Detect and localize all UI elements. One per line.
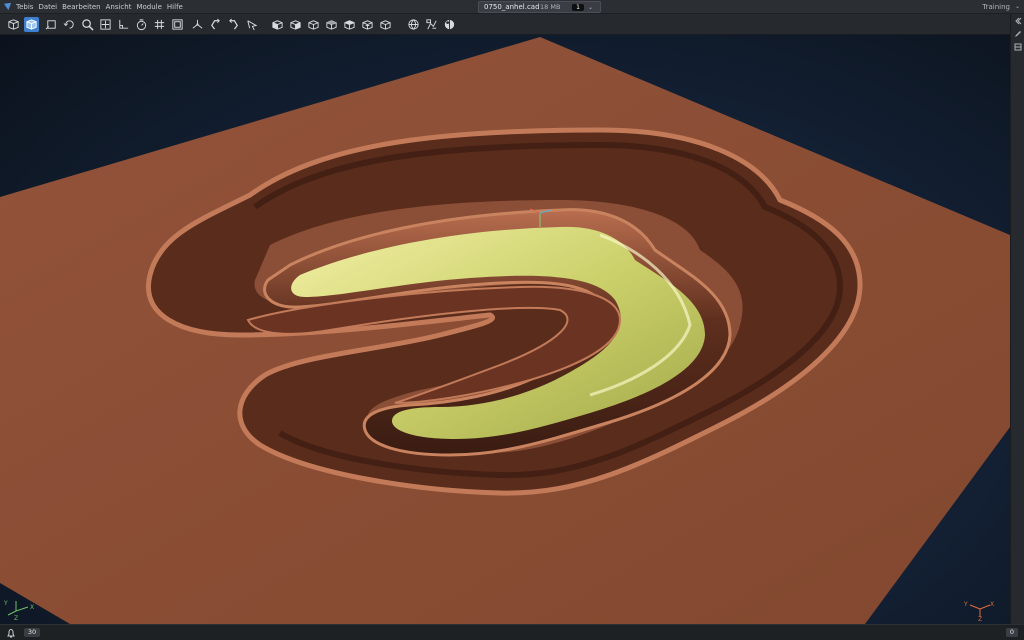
rotate-left-icon[interactable]: [208, 17, 223, 32]
pointer-icon[interactable]: [244, 17, 259, 32]
view-back-icon[interactable]: [288, 17, 303, 32]
shaded-view-icon[interactable]: [24, 17, 39, 32]
frame-icon[interactable]: [170, 17, 185, 32]
svg-text:Y: Y: [963, 601, 968, 608]
view-iso-icon[interactable]: [378, 17, 393, 32]
angle-icon[interactable]: [116, 17, 131, 32]
cad-model[interactable]: [0, 35, 1010, 624]
layers-icon[interactable]: [1012, 41, 1024, 52]
refresh-view-icon[interactable]: [62, 17, 77, 32]
menu-item-hilfe[interactable]: Hilfe: [167, 0, 183, 14]
svg-text:Y: Y: [4, 600, 8, 607]
status-bar: 30 0: [0, 624, 1024, 640]
axis-triad-icon: Y X Z: [963, 601, 994, 621]
file-tab[interactable]: 0750_anhel.cad 18 MB 1 ⌄: [478, 1, 601, 13]
menu-item-module[interactable]: Module: [136, 0, 161, 14]
collapse-panel-icon[interactable]: [1012, 15, 1024, 26]
tools-icon[interactable]: [424, 17, 439, 32]
axis-icon[interactable]: [190, 17, 205, 32]
timer-icon[interactable]: [134, 17, 149, 32]
title-bar: Tebis Datei Bearbeiten Ansicht Module Hi…: [0, 0, 1024, 14]
menu-item-bearbeiten[interactable]: Bearbeiten: [62, 0, 100, 14]
window-count-badge[interactable]: 1: [572, 4, 584, 11]
svg-text:X: X: [990, 601, 994, 608]
view-toolbar: [0, 14, 1010, 35]
view-left-icon[interactable]: [306, 17, 321, 32]
chevron-down-icon[interactable]: ⌄: [588, 2, 593, 13]
bell-icon[interactable]: [6, 628, 16, 638]
axis-triad-icon: Y X Z: [4, 600, 34, 621]
file-name: 0750_anhel.cad: [484, 3, 540, 11]
grid-icon[interactable]: [152, 17, 167, 32]
profile-selector[interactable]: Training: [982, 0, 1010, 14]
view-front-icon[interactable]: [270, 17, 285, 32]
view-bottom-icon[interactable]: [360, 17, 375, 32]
tebis-logo-icon[interactable]: [3, 2, 12, 11]
globe-icon[interactable]: [406, 17, 421, 32]
side-panel-strip: [1010, 14, 1024, 624]
file-size: 18 MB: [540, 3, 561, 11]
material-icon[interactable]: [442, 17, 457, 32]
status-right-count[interactable]: 0: [1006, 628, 1018, 637]
rotate-right-icon[interactable]: [226, 17, 241, 32]
svg-text:Z: Z: [14, 615, 18, 621]
menu-item-tebis[interactable]: Tebis: [16, 0, 33, 14]
view-cube-icon[interactable]: [6, 17, 21, 32]
zoom-fit-icon[interactable]: [98, 17, 113, 32]
menu-bar: Tebis Datei Bearbeiten Ansicht Module Hi…: [16, 0, 183, 14]
view-right-icon[interactable]: [324, 17, 339, 32]
zoom-icon[interactable]: [80, 17, 95, 32]
chevron-down-icon[interactable]: ⌄: [1015, 0, 1020, 14]
notification-count[interactable]: 30: [24, 628, 40, 637]
cad-application-window: Tebis Datei Bearbeiten Ansicht Module Hi…: [0, 0, 1024, 640]
menu-item-datei[interactable]: Datei: [38, 0, 57, 14]
rotate-view-icon[interactable]: [44, 17, 59, 32]
svg-text:X: X: [30, 604, 34, 611]
menu-item-ansicht[interactable]: Ansicht: [106, 0, 132, 14]
svg-text:Z: Z: [978, 616, 982, 621]
pencil-icon[interactable]: [1012, 28, 1024, 39]
3d-viewport[interactable]: Y X Z Y X Z: [0, 35, 1010, 624]
view-top-icon[interactable]: [342, 17, 357, 32]
